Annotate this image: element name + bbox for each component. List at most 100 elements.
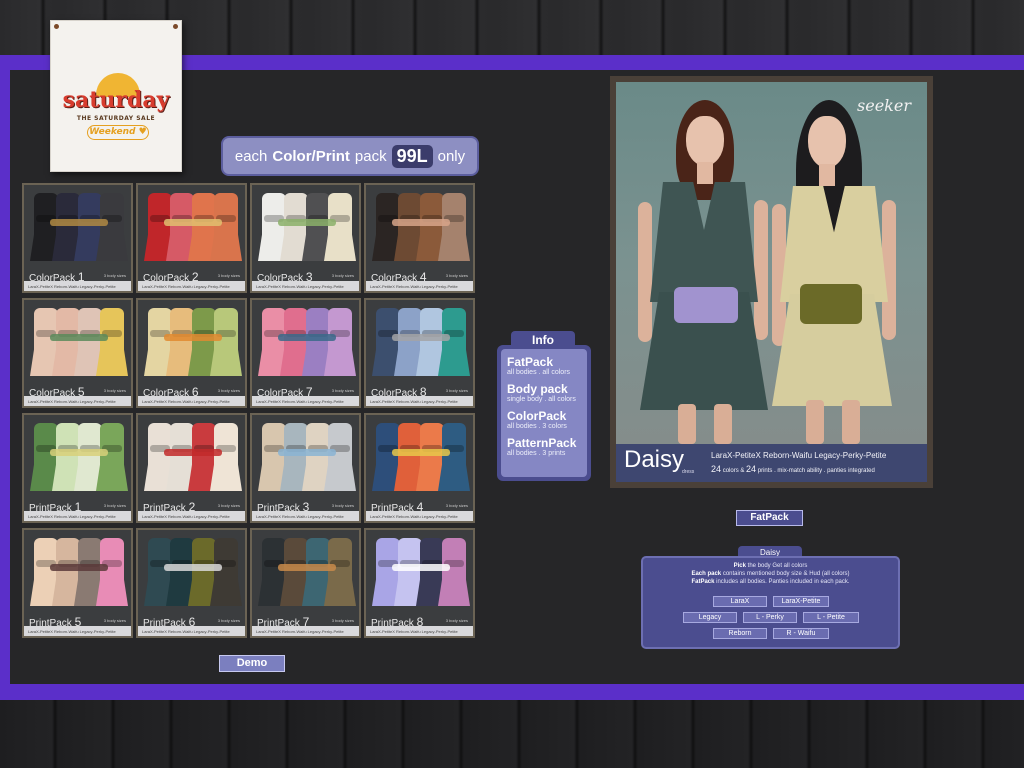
bow	[164, 219, 222, 226]
tile-bodies-strip: LaraX-PetiteX Reborn-Waifu Legacy-Perky-…	[252, 511, 359, 521]
info-item-patternpack[interactable]: PatternPack all bodies . 3 prints	[507, 436, 581, 457]
tile-badge: 3 body sizes	[103, 273, 126, 278]
product-tile[interactable]: PrintPack 43 body sizes LaraX-PetiteX Reb…	[364, 413, 475, 523]
tile-badge: 3 body sizes	[103, 388, 126, 393]
product-tile[interactable]: ColorPack 43 body sizes LaraX-PetiteX Reb…	[364, 183, 475, 293]
product-tile[interactable]: PrintPack 33 body sizes LaraX-PetiteX Reb…	[250, 413, 361, 523]
tile-badge: 3 body sizes	[103, 503, 126, 508]
product-tile[interactable]: ColorPack 63 body sizes LaraX-PetiteX Reb…	[136, 298, 247, 408]
bow	[278, 219, 336, 226]
product-tile[interactable]: PrintPack 23 body sizes LaraX-PetiteX Reb…	[136, 413, 247, 523]
tile-badge: 3 body sizes	[445, 503, 468, 508]
product-tile[interactable]: ColorPack 53 body sizes LaraX-PetiteX Reb…	[22, 298, 133, 408]
tile-bodies-strip: LaraX-PetiteX Reborn-Waifu Legacy-Perky-…	[252, 281, 359, 291]
pin-icon	[173, 24, 178, 29]
product-tile[interactable]: PrintPack 63 body sizes LaraX-PetiteX Reb…	[136, 528, 247, 638]
bow	[278, 564, 336, 571]
dress-thumbnail	[214, 423, 238, 491]
product-tile[interactable]: PrintPack 83 body sizes LaraX-PetiteX Reb…	[364, 528, 475, 638]
tile-badge: 3 body sizes	[331, 273, 354, 278]
price-tag: 99L	[391, 144, 433, 168]
hud-instructions: Pick the body Get all colors Each pack c…	[691, 563, 850, 585]
tile-badge: 3 body sizes	[103, 618, 126, 623]
poster-subtitle: THE SATURDAY SALE	[76, 115, 156, 122]
ad-poster-frame[interactable]: seeker Daisy dress LaraX-PetiteX Reborn-…	[610, 76, 933, 488]
dress-thumbnail	[328, 423, 352, 491]
info-item-colorpack[interactable]: ColorPack all bodies . 3 colors	[507, 409, 581, 430]
saturday-sale-poster[interactable]: saturday THE SATURDAY SALE Weekend ♥	[50, 20, 182, 172]
info-sub: all bodies . 3 prints	[507, 450, 566, 457]
buy-legacy-petite-button[interactable]: L - Petite	[803, 612, 859, 623]
bow	[278, 449, 336, 456]
info-sub: all bodies . 3 colors	[507, 423, 567, 430]
dress-thumbnail	[328, 538, 352, 606]
dress-thumbnail	[328, 193, 352, 261]
product-tile[interactable]: ColorPack 33 body sizes LaraX-PetiteX Reb…	[250, 183, 361, 293]
info-heading: ColorPack	[507, 409, 567, 423]
fatpack-button[interactable]: FatPack	[736, 510, 803, 526]
bow	[392, 334, 450, 341]
product-tile[interactable]: ColorPack 73 body sizes LaraX-PetiteX Reb…	[250, 298, 361, 408]
product-tile[interactable]: ColorPack 83 body sizes LaraX-PetiteX Reb…	[364, 298, 475, 408]
tile-bodies-strip: LaraX-PetiteX Reborn-Waifu Legacy-Perky-…	[24, 626, 131, 636]
poster-title: saturday	[62, 87, 170, 113]
tile-badge: 3 body sizes	[445, 273, 468, 278]
dress-thumbnail	[442, 193, 466, 261]
product-tile[interactable]: ColorPack 23 body sizes LaraX-PetiteX Reb…	[136, 183, 247, 293]
buy-larax-petite-button[interactable]: LaraX-Petite	[773, 596, 829, 607]
product-tile[interactable]: PrintPack 53 body sizes LaraX-PetiteX Reb…	[22, 528, 133, 638]
tile-badge: 3 body sizes	[217, 388, 240, 393]
ad-poster: seeker Daisy dress LaraX-PetiteX Reborn-…	[616, 82, 927, 482]
buy-reborn-button[interactable]: Reborn	[713, 628, 767, 639]
tile-bodies-strip: LaraX-PetiteX Reborn-Waifu Legacy-Perky-…	[24, 396, 131, 406]
tile-bodies-strip: LaraX-PetiteX Reborn-Waifu Legacy-Perky-…	[138, 281, 245, 291]
product-tile[interactable]: ColorPack 13 body sizes LaraX-PetiteX Reb…	[22, 183, 133, 293]
bow	[800, 284, 862, 324]
tile-bodies-strip: LaraX-PetiteX Reborn-Waifu Legacy-Perky-…	[252, 396, 359, 406]
product-type: dress	[682, 469, 695, 475]
bow	[392, 449, 450, 456]
tile-bodies-strip: LaraX-PetiteX Reborn-Waifu Legacy-Perky-…	[252, 626, 359, 636]
daisy-hud-panel: Pick the body Get all colors Each pack c…	[641, 556, 900, 649]
tile-bodies-strip: LaraX-PetiteX Reborn-Waifu Legacy-Perky-…	[24, 511, 131, 521]
dress-thumbnail	[100, 193, 124, 261]
info-item-fatpack[interactable]: FatPack all bodies . all colors	[507, 355, 581, 376]
tile-bodies-strip: LaraX-PetiteX Reborn-Waifu Legacy-Perky-…	[24, 281, 131, 291]
tile-badge: 3 body sizes	[331, 618, 354, 623]
buy-legacy-perky-button[interactable]: L - Perky	[743, 612, 797, 623]
tile-badge: 3 body sizes	[445, 388, 468, 393]
tile-badge: 3 body sizes	[331, 388, 354, 393]
buy-larax-button[interactable]: LaraX	[713, 596, 767, 607]
tile-badge: 3 body sizes	[217, 503, 240, 508]
info-item-bodypack[interactable]: Body pack single body . all colors	[507, 382, 581, 403]
tile-bodies-strip: LaraX-PetiteX Reborn-Waifu Legacy-Perky-…	[138, 396, 245, 406]
buy-reborn-waifu-button[interactable]: R - Waifu	[773, 628, 829, 639]
buy-legacy-button[interactable]: Legacy	[683, 612, 737, 623]
dress-thumbnail	[328, 308, 352, 376]
bow	[164, 334, 222, 341]
tile-bodies-strip: LaraX-PetiteX Reborn-Waifu Legacy-Perky-…	[366, 281, 473, 291]
info-panel: FatPack all bodies . all colors Body pac…	[497, 345, 591, 481]
tile-badge: 3 body sizes	[217, 273, 240, 278]
dress-thumbnail	[442, 308, 466, 376]
dress-thumbnail	[100, 538, 124, 606]
bow	[50, 564, 108, 571]
tile-bodies-strip: LaraX-PetiteX Reborn-Waifu Legacy-Perky-…	[366, 626, 473, 636]
product-tile[interactable]: PrintPack 13 body sizes LaraX-PetiteX Reb…	[22, 413, 133, 523]
info-heading: Body pack	[507, 382, 568, 396]
info-heading: PatternPack	[507, 436, 577, 450]
bow	[164, 564, 222, 571]
demo-button[interactable]: Demo	[219, 655, 285, 672]
product-description: 24 colors & 24 prints . mix-match abilit…	[711, 464, 875, 474]
price-suffix: only	[437, 147, 466, 165]
tile-badge: 3 body sizes	[445, 618, 468, 623]
price-bold: Color/Print	[272, 147, 350, 165]
bow	[392, 219, 450, 226]
product-tile[interactable]: PrintPack 73 body sizes LaraX-PetiteX Reb…	[250, 528, 361, 638]
tile-bodies-strip: LaraX-PetiteX Reborn-Waifu Legacy-Perky-…	[366, 511, 473, 521]
bow	[164, 449, 222, 456]
tile-bodies-strip: LaraX-PetiteX Reborn-Waifu Legacy-Perky-…	[138, 626, 245, 636]
ad-caption-bar: Daisy dress LaraX-PetiteX Reborn-Waifu L…	[616, 444, 927, 482]
price-prefix: each	[234, 147, 268, 165]
pin-icon	[54, 24, 59, 29]
